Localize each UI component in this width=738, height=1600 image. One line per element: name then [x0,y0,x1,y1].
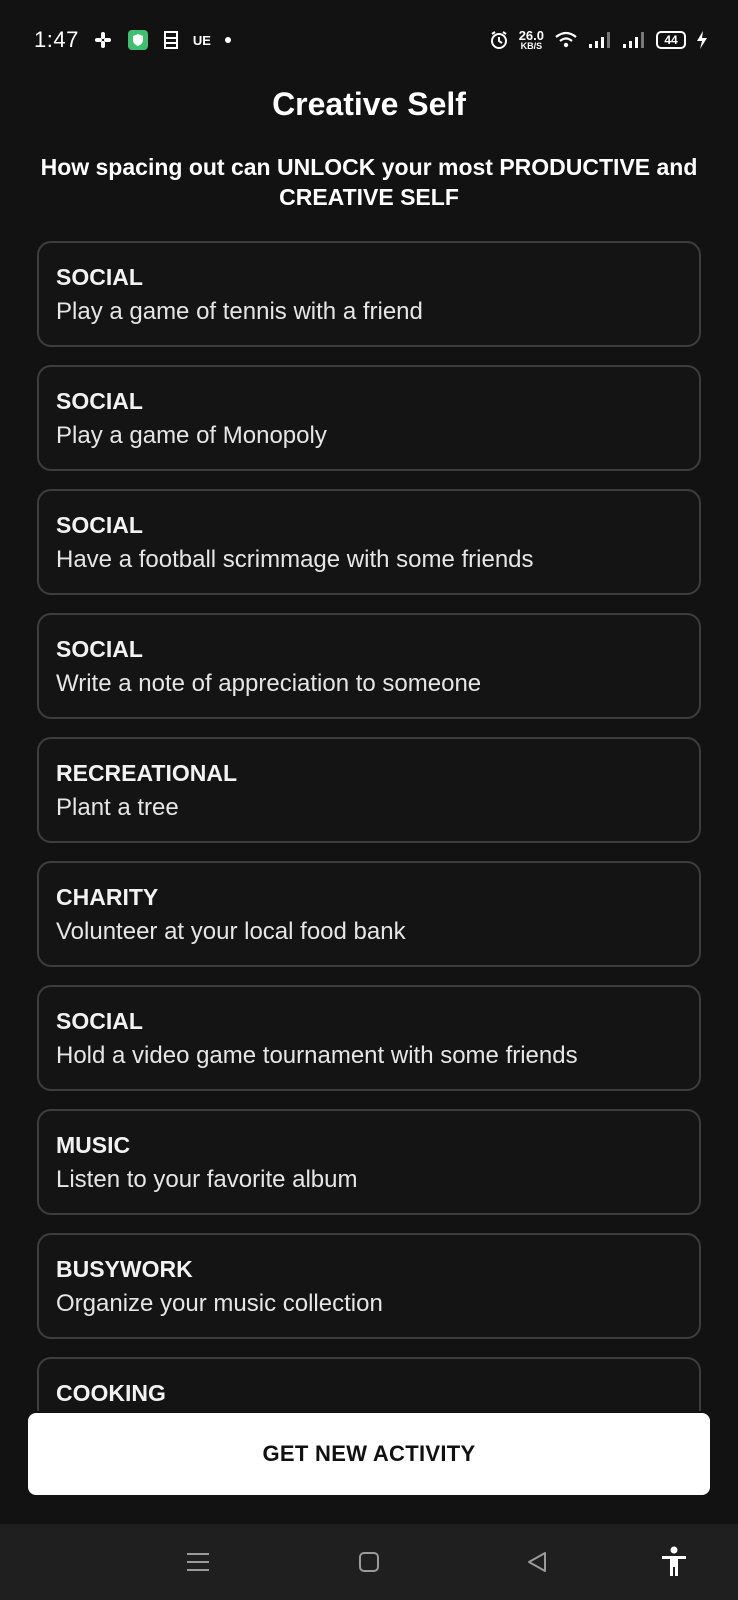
signal-icon-1 [588,31,612,49]
alarm-icon [489,30,509,50]
activity-list[interactable]: SOCIAL Play a game of tennis with a frie… [37,241,701,1411]
network-speed: 26.0 KB/S [519,29,544,51]
notification-dot [224,37,231,43]
page-title: Creative Self [272,86,466,122]
activity-description: Organize your music collection [56,1290,383,1317]
activity-type: CHARITY [56,884,159,910]
calendar-icon [163,30,179,50]
activity-type: MUSIC [56,1132,131,1158]
activity-description: Play a game of tennis with a friend [56,298,423,325]
get-new-activity-label: GET NEW ACTIVITY [262,1441,476,1466]
accessibility-icon[interactable] [654,1542,694,1582]
get-new-activity-button[interactable]: GET NEW ACTIVITY [28,1413,710,1495]
status-bar: 1:47 UE 26.0 KB/S 44 [0,0,738,80]
shield-app-icon [127,29,149,51]
ue-indicator: UE [192,32,211,48]
activity-card[interactable]: MUSIC Listen to your favorite album [37,1109,701,1215]
activity-description: Hold a video game tournament with some f… [56,1042,578,1069]
status-right: 26.0 KB/S 44 [489,29,708,51]
wifi-icon [554,30,578,50]
activity-type: SOCIAL [56,388,143,414]
activity-type: SOCIAL [56,264,143,290]
activity-type: BUSYWORK [56,1256,193,1282]
activity-card[interactable]: SOCIAL Play a game of Monopoly [37,365,701,471]
activity-description: Listen to your favorite album [56,1166,358,1193]
activity-type: SOCIAL [56,636,143,662]
activity-description: Plant a tree [56,794,179,821]
activity-type: COOKING [56,1380,166,1406]
activity-card[interactable]: SOCIAL Play a game of tennis with a frie… [37,241,701,347]
activity-card[interactable]: CHARITY Volunteer at your local food ban… [37,861,701,967]
status-time: 1:47 [34,27,79,52]
activity-card[interactable]: COOKING [37,1357,701,1411]
battery-indicator: 44 [656,31,686,49]
activity-card[interactable]: SOCIAL Write a note of appreciation to s… [37,613,701,719]
activity-card[interactable]: RECREATIONAL Plant a tree [37,737,701,843]
slack-icon [93,30,113,50]
activity-description: Write a note of appreciation to someone [56,670,482,697]
signal-icon-2 [622,31,646,49]
app-screen: 1:47 UE 26.0 KB/S 44 Creative Self How s… [0,0,738,1600]
page-subtitle: How spacing out can UNLOCK your most PRO… [40,154,698,210]
activity-card[interactable]: SOCIAL Hold a video game tournament with… [37,985,701,1091]
activity-card[interactable]: SOCIAL Have a football scrimmage with so… [37,489,701,595]
activity-card[interactable]: BUSYWORK Organize your music collection [37,1233,701,1339]
status-left: 1:47 UE [34,27,231,53]
home-square-icon[interactable] [349,1542,389,1582]
activity-description: Have a football scrimmage with some frie… [56,546,534,573]
menu-icon[interactable] [178,1542,218,1582]
activity-description: Play a game of Monopoly [56,422,327,449]
activity-type: SOCIAL [56,1008,143,1034]
activity-description: Volunteer at your local food bank [56,918,406,945]
activity-type: SOCIAL [56,512,143,538]
activity-type: RECREATIONAL [56,760,238,786]
system-nav-bar [0,1524,738,1600]
back-triangle-icon[interactable] [517,1542,557,1582]
network-speed-unit: KB/S [520,41,543,51]
charging-icon [696,30,708,50]
